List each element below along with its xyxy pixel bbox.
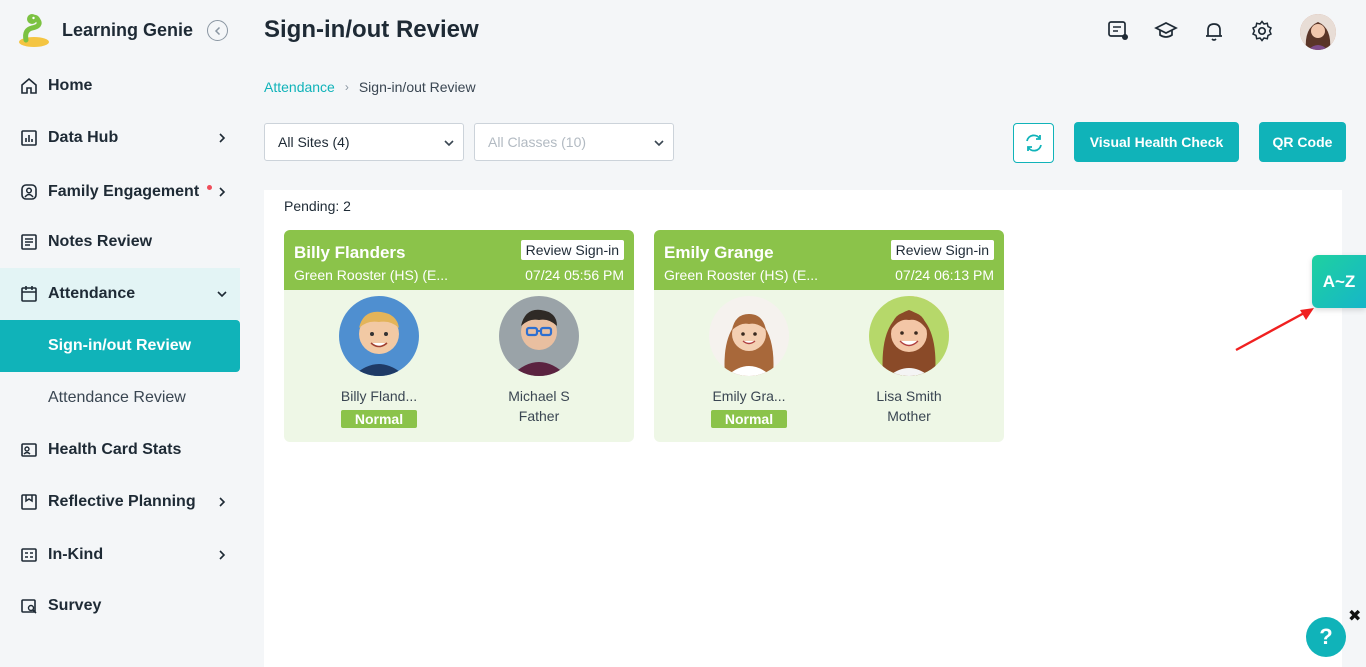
card-class-name: Green Rooster (HS) (E... [294, 267, 449, 283]
status-badge: Normal [340, 410, 418, 428]
sidebar-item-label: Data Hub [48, 129, 119, 146]
gear-icon[interactable] [1249, 18, 1275, 44]
breadcrumb-attendance-link[interactable]: Attendance [264, 79, 335, 95]
sidebar-item-label: Survey [48, 597, 102, 614]
sidebar-subitem-label: Attendance Review [48, 389, 186, 406]
sidebar-subitem-label: Sign-in/out Review [48, 337, 192, 354]
card-child-name: Billy Flanders [294, 243, 406, 262]
brand[interactable]: Learning Genie [16, 12, 193, 48]
sidebar-item-reflective-planning[interactable]: Reflective Planning [0, 476, 240, 528]
child-name: Billy Fland... [340, 388, 418, 404]
help-button[interactable]: ? [1306, 617, 1346, 657]
card-header: Billy Flanders Green Rooster (HS) (E... … [284, 230, 634, 290]
sidebar-item-label: Attendance [48, 285, 136, 302]
learning-genie-logo [19, 14, 49, 47]
sidebar-item-label: Reflective Planning [48, 493, 196, 510]
chevron-down-icon [217, 291, 227, 298]
avatar[interactable] [1300, 14, 1336, 50]
child-profile: Billy Fland... Normal [319, 296, 439, 429]
guardian-photo [499, 296, 579, 376]
home-icon [20, 77, 38, 95]
health-card-icon [20, 441, 38, 459]
breadcrumb-separator-icon: › [344, 80, 349, 94]
annotation-arrow-icon [1235, 308, 1314, 352]
guardian-profile: Lisa Smith Mother [849, 296, 969, 424]
sidebar-item-label: Home [48, 77, 93, 94]
card-class-name: Green Rooster (HS) (E... [664, 267, 819, 283]
classes-select[interactable]: All Classes (10) [474, 123, 674, 161]
sidebar-item-family-engagement[interactable]: Family Engagement [0, 166, 240, 218]
child-name: Emily Gra... [712, 388, 786, 404]
card-time: 07/24 06:13 PM [895, 267, 994, 283]
page-title: Sign-in/out Review [264, 16, 479, 43]
calendar-icon [20, 285, 38, 303]
card-time: 07/24 05:56 PM [525, 267, 624, 283]
review-sign-in-tag: Review Sign-in [890, 240, 994, 260]
sidebar-item-in-kind[interactable]: In-Kind [0, 529, 240, 581]
guardian-photo [869, 296, 949, 376]
review-panel: Pending: 2 Billy Flanders Green Rooster … [264, 190, 1342, 667]
collapse-sidebar-button[interactable] [207, 20, 228, 41]
notes-icon [20, 233, 38, 251]
chevron-right-icon [219, 497, 226, 507]
chevron-down-icon [654, 140, 664, 147]
notification-dot [207, 184, 213, 190]
chevron-right-icon [219, 187, 226, 197]
status-badge: Normal [710, 410, 788, 428]
inkind-icon [20, 546, 38, 564]
sidebar-item-label: Notes Review [48, 233, 153, 250]
sidebar-item-data-hub[interactable]: Data Hub [0, 112, 240, 164]
survey-icon [20, 597, 38, 615]
sign-in-card[interactable]: Billy Flanders Green Rooster (HS) (E... … [284, 230, 634, 442]
card-header: Emily Grange Green Rooster (HS) (E... Re… [654, 230, 1004, 290]
sidebar-item-label: Health Card Stats [48, 441, 182, 458]
sidebar-item-notes-review[interactable]: Notes Review [0, 216, 240, 268]
sidebar-item-survey[interactable]: Survey [0, 580, 240, 632]
breadcrumb-current: Sign-in/out Review [358, 79, 476, 95]
child-profile: Emily Gra... Normal [689, 296, 809, 429]
close-icon[interactable]: ✖ [1348, 606, 1361, 626]
sign-in-card[interactable]: Emily Grange Green Rooster (HS) (E... Re… [654, 230, 1004, 442]
graduation-cap-icon[interactable] [1153, 18, 1179, 44]
guardian-relation: Mother [887, 408, 931, 424]
sidebar-item-home[interactable]: Home [0, 60, 240, 112]
sort-az-button[interactable]: A~Z [1312, 255, 1366, 308]
guardian-profile: Michael S Father [479, 296, 599, 424]
sidebar-subitem-sign-in-out-review[interactable]: Sign-in/out Review [0, 320, 240, 372]
sidebar-subitem-attendance-review[interactable]: Attendance Review [0, 372, 240, 424]
classes-select-value: All Classes (10) [488, 134, 587, 150]
brand-name: Learning Genie [62, 19, 194, 40]
guardian-relation: Father [518, 408, 560, 424]
chevron-down-icon [444, 140, 454, 147]
sidebar-item-label: In-Kind [48, 546, 104, 563]
chevron-left-icon [214, 26, 220, 35]
family-icon [20, 183, 38, 201]
guardian-name: Lisa Smith [876, 388, 942, 404]
chat-icon[interactable] [1105, 18, 1131, 44]
review-sign-in-tag: Review Sign-in [520, 240, 624, 260]
planning-icon [20, 493, 38, 511]
sites-select[interactable]: All Sites (4) [264, 123, 464, 161]
refresh-icon [1025, 134, 1042, 152]
sidebar: Learning Genie Home Data Hub Family Enga… [0, 0, 240, 667]
chevron-right-icon [219, 133, 226, 143]
pending-count: Pending: 2 [284, 198, 351, 214]
refresh-button[interactable] [1013, 123, 1054, 163]
child-photo [709, 296, 789, 376]
guardian-name: Michael S [508, 388, 570, 404]
child-photo [339, 296, 419, 376]
chevron-right-icon [219, 550, 226, 560]
qr-code-button[interactable]: QR Code [1259, 122, 1346, 162]
breadcrumb: Attendance › Sign-in/out Review [264, 79, 476, 95]
bell-icon[interactable] [1201, 18, 1227, 44]
sites-select-value: All Sites (4) [278, 134, 350, 150]
visual-health-check-button[interactable]: Visual Health Check [1074, 122, 1239, 162]
card-child-name: Emily Grange [664, 243, 774, 262]
sidebar-item-label: Family Engagement [48, 183, 200, 200]
chart-icon [20, 129, 38, 147]
header-icons [1105, 18, 1297, 44]
sidebar-item-attendance[interactable]: Attendance [0, 268, 240, 320]
sidebar-item-health-card-stats[interactable]: Health Card Stats [0, 424, 240, 476]
